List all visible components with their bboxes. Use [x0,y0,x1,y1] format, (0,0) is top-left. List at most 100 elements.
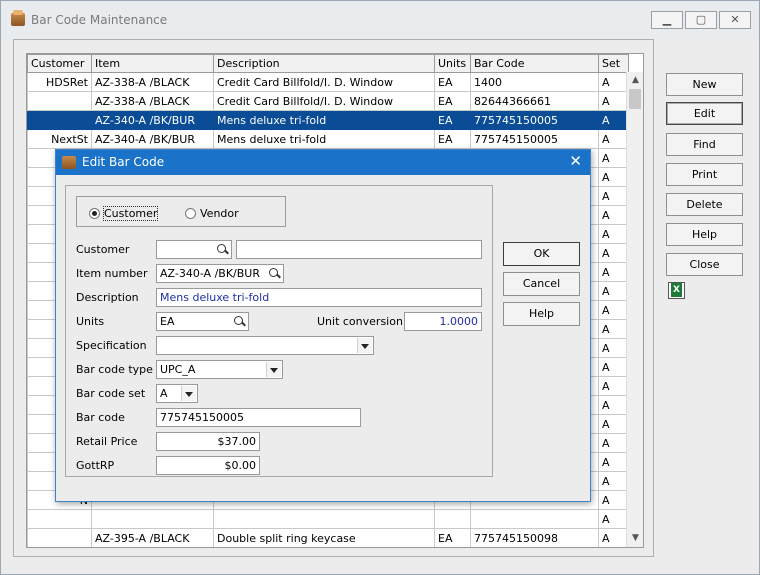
cell-description: Mens deluxe tri-fold [213,110,435,130]
specification-label: Specification [76,339,147,352]
dialog-close-icon[interactable]: ✕ [569,153,582,170]
window-title: Bar Code Maintenance [31,13,168,27]
cell-units: EA [434,110,471,130]
scroll-down-icon[interactable]: ▼ [627,530,643,547]
specification-dropdown-icon[interactable] [357,338,372,353]
excel-export-icon[interactable] [668,282,685,299]
print-button-label: Print [691,168,718,181]
dialog-help-button[interactable]: Help [503,302,580,326]
col-header-description[interactable]: Description [213,54,435,73]
cell-barcode: 1400 [470,72,599,92]
bar-code-set-dropdown-icon[interactable] [181,386,196,401]
bar-code-set-label: Bar code set [76,387,146,400]
edit-button-label: Edit [693,107,716,120]
item-number-value: AZ-340-A /BK/BUR [160,267,260,280]
ok-button-label: OK [533,247,550,260]
retail-price-field[interactable]: $37.00 [156,432,260,451]
vertical-scrollbar[interactable]: ▲ ▼ [626,72,643,547]
print-button[interactable]: Print [666,163,743,186]
scroll-thumb[interactable] [629,89,641,109]
new-button-label: New [692,78,717,91]
cell-units: EA [434,72,471,92]
cell-barcode: 775745150005 [470,129,599,149]
cell-customer [27,528,92,547]
table-row[interactable]: NextSt AZ-340-A /BK/BUR Mens deluxe tri-fo… [27,129,629,149]
app-icon [11,10,25,26]
cancel-button[interactable]: Cancel [503,272,580,296]
scroll-up-icon[interactable]: ▲ [627,72,643,89]
cell-set: A [598,129,629,149]
table-row[interactable]: AZ-395-A /BLACK Double split ring keycase… [27,528,629,547]
cell-set: A [598,243,629,263]
item-search-icon[interactable] [267,266,282,281]
bar-code-field[interactable]: 775745150005 [156,408,361,427]
col-header-barcode[interactable]: Bar Code [470,54,599,73]
col-header-units[interactable]: Units [434,54,471,73]
table-row[interactable]: AZ-338-A /BLACK Credit Card Billfold/I. D… [27,91,629,111]
customer-code-field[interactable] [156,240,232,259]
cell-customer [27,509,92,529]
cell-description: Double split ring keycase [214,548,435,549]
close-window-button[interactable]: ✕ [719,11,751,29]
cell-set: A [598,395,629,415]
customer-search-icon[interactable] [215,242,230,257]
unit-conversion-field[interactable]: 1.0000 [404,312,482,331]
cell-set: A [598,319,629,339]
cell-item: AZ-395-A /BLACK [91,528,214,547]
gottrp-label: GottRP [76,459,115,472]
table-row[interactable]: HDSRet AZ-338-A /BLACK Credit Card Billfol… [27,72,629,92]
minimize-button[interactable]: ▁ [651,11,683,29]
type-radio-group: Customer Vendor [76,196,286,227]
description-field[interactable]: Mens deluxe tri-fold [156,288,482,307]
col-header-customer[interactable]: Customer [27,54,92,73]
table-row[interactable]: NextStAZ-395-A /BLACKDouble split ring k… [28,548,629,549]
radio-customer-label: Customer [102,205,159,221]
cell-description: Double split ring keycase [213,528,435,547]
help-button[interactable]: Help [666,223,743,246]
units-search-icon[interactable] [232,314,247,329]
radio-vendor-indicator[interactable] [185,207,196,219]
cell-set: A [598,509,629,529]
item-number-field[interactable]: AZ-340-A /BK/BUR [156,264,284,283]
cell-set: A [598,205,629,225]
cell-set: A [598,471,629,491]
radio-customer[interactable]: Customer [89,205,159,221]
gottrp-field[interactable]: $0.00 [156,456,260,475]
ok-button[interactable]: OK [503,242,580,266]
close-button[interactable]: Close [666,253,743,276]
cell-units: EA [435,548,471,549]
bar-code-set-value: A [160,387,168,400]
cell-customer [27,110,92,130]
table-row[interactable]: AZ-340-A /BK/BUR Mens deluxe tri-fold EA 77… [27,110,629,130]
cell-set: A [598,167,629,187]
customer-name-field[interactable] [236,240,482,259]
cell-set: A [598,281,629,301]
cancel-button-label: Cancel [522,277,561,290]
edit-button[interactable]: Edit [666,102,743,125]
dialog-help-button-label: Help [528,307,555,320]
cell-customer [27,91,92,111]
delete-button[interactable]: Delete [666,193,743,216]
table-header: Customer Item Description Units Bar Code… [27,54,629,73]
close-button-label: Close [689,258,720,271]
new-button[interactable]: New [666,73,743,96]
radio-vendor[interactable]: Vendor [185,206,239,220]
bar-code-label: Bar code [76,411,125,424]
bar-code-type-select[interactable]: UPC_A [156,360,283,379]
edit-barcode-dialog: Edit Bar Code ✕ Customer Vendor Customer… [55,149,591,502]
col-header-set[interactable]: Set [598,54,629,73]
table-row[interactable]: A [27,509,629,529]
bar-code-type-dropdown-icon[interactable] [266,362,281,377]
cell-set: A [598,433,629,453]
col-header-item[interactable]: Item [91,54,214,73]
bar-code-set-select[interactable]: A [156,384,198,403]
units-field[interactable]: EA [156,312,249,331]
find-button[interactable]: Find [666,133,743,156]
cell-description: Mens deluxe tri-fold [213,129,435,149]
maximize-button[interactable]: ▢ [685,11,717,29]
specification-select[interactable] [156,336,374,355]
delete-button-label: Delete [686,198,723,211]
cell-barcode: 775745150098 [471,548,599,549]
cell-set: A [598,72,629,92]
radio-customer-indicator[interactable] [89,207,100,219]
